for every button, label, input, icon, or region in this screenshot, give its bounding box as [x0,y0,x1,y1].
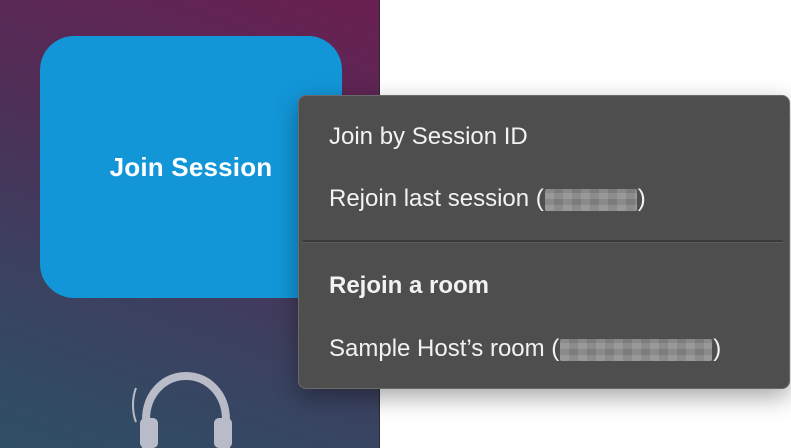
menu-separator [303,240,783,243]
menu-item-label-suffix: ) [713,335,722,362]
redacted-room-id [560,339,713,361]
headphones-icon [132,371,232,448]
app-window: Join Session Join by Session ID Rejoin l… [0,0,791,448]
menu-item-label-suffix: ) [637,185,646,212]
menu-item-sample-host-room[interactable]: Sample Host’s room ( ) [329,329,721,369]
join-session-button[interactable]: Join Session [40,36,342,298]
context-menu: Join by Session ID Rejoin last session (… [298,95,790,389]
redacted-session-id [544,189,637,211]
menu-section-header-rooms: Rejoin a room [329,266,489,306]
join-session-label: Join Session [109,151,273,182]
section-header-label: Rejoin a room [329,272,490,299]
menu-item-label-prefix: Sample Host’s room ( [329,335,560,362]
menu-item-rejoin-last-session[interactable]: Rejoin last session ( ) [329,179,646,219]
menu-item-label-prefix: Rejoin last session ( [329,185,544,212]
menu-item-join-by-session-id[interactable]: Join by Session ID [329,117,528,157]
menu-item-label: Join by Session ID [329,123,528,150]
